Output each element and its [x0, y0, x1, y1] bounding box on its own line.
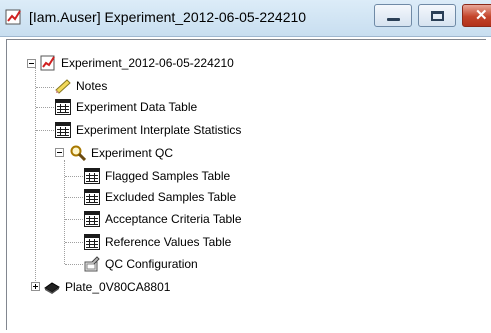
title-bar[interactable]: [Iam.Auser] Experiment_2012-06-05-224210… — [0, 0, 491, 37]
table-icon — [84, 189, 100, 205]
tree-item-qc-configuration[interactable]: QC Configuration — [84, 255, 198, 273]
tree-line — [65, 219, 83, 221]
tree-item-label: Experiment_2012-06-05-224210 — [61, 56, 234, 70]
tree-item-label: Acceptance Criteria Table — [105, 212, 242, 226]
experiment-window: [Iam.Auser] Experiment_2012-06-05-224210… — [0, 0, 491, 333]
tree-item-experiment[interactable]: Experiment_2012-06-05-224210 — [40, 54, 234, 72]
tree-line — [36, 87, 54, 89]
tree-item-notes[interactable]: Notes — [55, 77, 107, 95]
collapse-toggle-root[interactable] — [27, 59, 36, 68]
close-icon: ✕ — [475, 7, 488, 24]
tree-line — [65, 197, 83, 199]
table-icon — [55, 122, 71, 138]
tree-item-label: Reference Values Table — [105, 235, 232, 249]
tree-line — [36, 130, 54, 132]
experiment-icon — [5, 9, 21, 25]
tree-item-experiment-qc[interactable]: Experiment QC — [70, 144, 173, 162]
table-icon — [84, 234, 100, 250]
collapse-toggle-experiment-qc[interactable] — [55, 148, 64, 157]
tree-item-label: Experiment QC — [91, 146, 174, 160]
tree-line — [36, 107, 54, 109]
expand-toggle-plate[interactable] — [31, 282, 40, 291]
minimize-icon — [387, 18, 400, 21]
minimize-button[interactable] — [374, 4, 412, 27]
close-button[interactable]: ✕ — [462, 4, 491, 27]
tree-item-plate[interactable]: Plate_0V80CA8801 — [44, 278, 170, 296]
table-icon — [84, 168, 100, 184]
configuration-icon — [84, 256, 100, 272]
tree-item-reference-values-table[interactable]: Reference Values Table — [84, 233, 231, 251]
tree-line — [65, 264, 83, 266]
tree-item-label: Excluded Samples Table — [105, 190, 237, 204]
tree-item-label: Experiment Data Table — [76, 100, 198, 114]
tree-line — [65, 242, 83, 244]
table-icon — [55, 99, 71, 115]
tree-item-label: Notes — [76, 79, 108, 93]
maximize-icon — [431, 11, 444, 21]
plate-icon — [44, 282, 60, 294]
tree-item-label: Flagged Samples Table — [105, 169, 231, 183]
tree-item-acceptance-criteria-table[interactable]: Acceptance Criteria Table — [84, 210, 242, 228]
maximize-button[interactable] — [418, 4, 456, 27]
tree-item-excluded-samples-table[interactable]: Excluded Samples Table — [84, 188, 236, 206]
tree-line — [35, 68, 37, 287]
window-title: [Iam.Auser] Experiment_2012-06-05-224210 — [29, 9, 307, 25]
tree-line — [65, 176, 83, 178]
magnifier-icon — [70, 145, 86, 161]
tree-item-label: Experiment Interplate Statistics — [76, 123, 242, 137]
tree-item-experiment-interplate-statistics[interactable]: Experiment Interplate Statistics — [55, 121, 241, 139]
tree-item-label: Plate_0V80CA8801 — [65, 280, 171, 294]
tree-item-experiment-data-table[interactable]: Experiment Data Table — [55, 98, 197, 116]
table-icon — [84, 211, 100, 227]
tree-item-flagged-samples-table[interactable]: Flagged Samples Table — [84, 167, 230, 185]
experiment-icon — [40, 55, 55, 71]
notes-pencil-icon — [55, 79, 71, 94]
tree-item-label: QC Configuration — [105, 257, 198, 271]
